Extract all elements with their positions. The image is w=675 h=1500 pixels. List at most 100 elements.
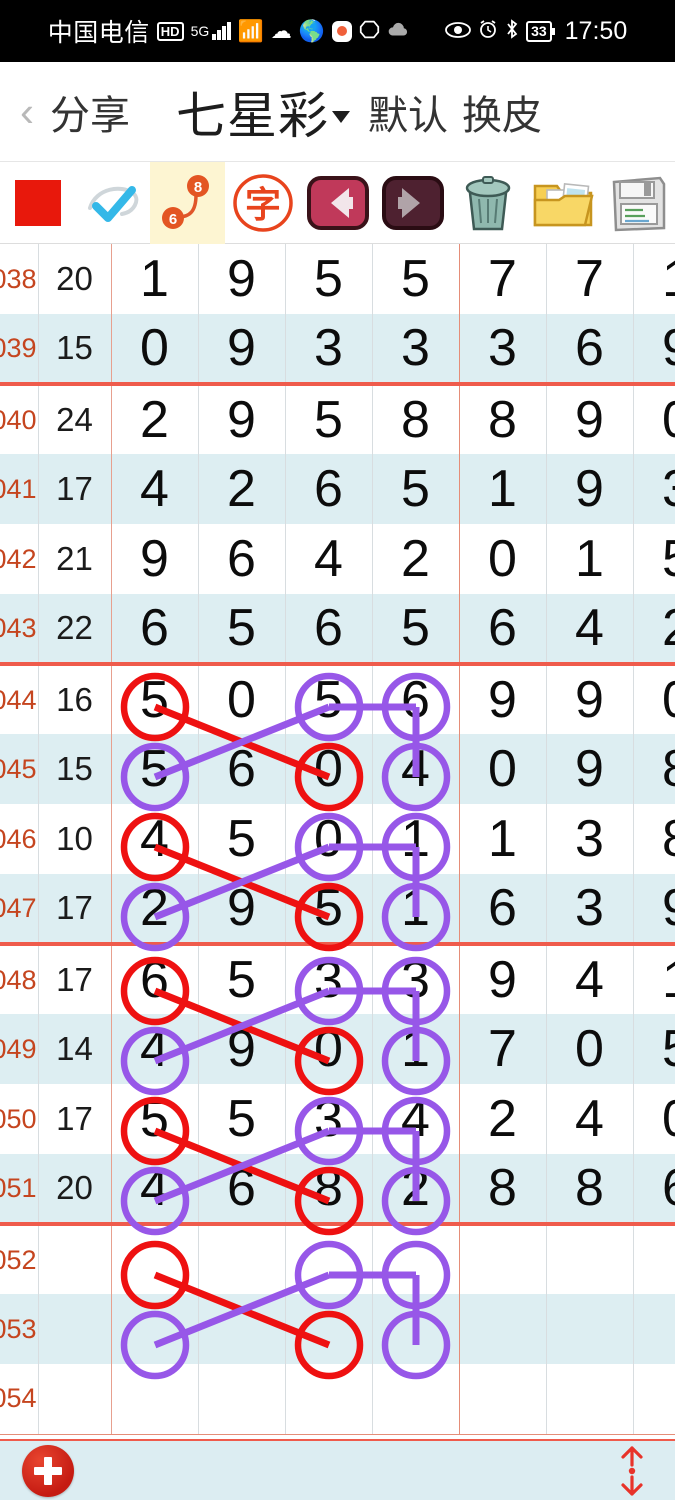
digit-cell[interactable]: 0 xyxy=(459,524,547,594)
page-title[interactable]: 七星彩 xyxy=(176,76,350,148)
digit-cell[interactable]: 4 xyxy=(111,1014,199,1084)
digit-cell[interactable]: 3 xyxy=(372,314,460,386)
table-row[interactable]: 051204682886 xyxy=(0,1154,675,1226)
table-row[interactable]: 054 xyxy=(0,1364,675,1435)
digit-cell[interactable]: 6 xyxy=(633,1154,675,1226)
digit-cell[interactable] xyxy=(633,1224,675,1294)
character-stamp-button[interactable]: 字 xyxy=(225,162,300,244)
digit-cell[interactable]: 9 xyxy=(198,384,286,454)
digit-cell[interactable]: 9 xyxy=(546,384,634,454)
back-arrow-button[interactable] xyxy=(300,162,375,244)
digit-cell[interactable]: 3 xyxy=(546,874,634,946)
digit-cell[interactable]: 6 xyxy=(198,1154,286,1226)
change-skin-button[interactable]: 换皮 xyxy=(462,83,542,141)
digit-cell[interactable]: 5 xyxy=(111,1084,199,1154)
digit-cell[interactable]: 5 xyxy=(198,944,286,1014)
digit-cell[interactable]: 9 xyxy=(198,244,286,314)
back-button[interactable]: ‹ xyxy=(14,88,44,136)
digit-cell[interactable]: 9 xyxy=(546,454,634,524)
digit-cell[interactable]: 2 xyxy=(459,1084,547,1154)
digit-cell[interactable]: 8 xyxy=(285,1154,373,1226)
digit-cell[interactable] xyxy=(372,1294,460,1364)
table-row[interactable]: 049144901705 xyxy=(0,1014,675,1084)
lottery-table-container[interactable]: 0382019557710391509333690402429588900411… xyxy=(0,244,675,1439)
digit-cell[interactable]: 3 xyxy=(372,944,460,1014)
digit-cell[interactable]: 2 xyxy=(633,594,675,666)
digit-cell[interactable]: 5 xyxy=(633,1014,675,1084)
digit-cell[interactable]: 4 xyxy=(111,804,199,874)
add-row-button[interactable] xyxy=(22,1444,74,1497)
digit-cell[interactable] xyxy=(459,1364,547,1435)
digit-cell[interactable]: 9 xyxy=(198,314,286,386)
digit-cell[interactable]: 3 xyxy=(285,944,373,1014)
digit-cell[interactable] xyxy=(285,1364,373,1435)
digit-cell[interactable] xyxy=(633,1294,675,1364)
digit-cell[interactable]: 9 xyxy=(633,314,675,386)
digit-cell[interactable]: 1 xyxy=(459,804,547,874)
digit-cell[interactable]: 4 xyxy=(546,1084,634,1154)
digit-cell[interactable]: 8 xyxy=(546,1154,634,1226)
digit-cell[interactable]: 6 xyxy=(111,594,199,666)
color-swatch-red-button[interactable] xyxy=(0,162,75,244)
digit-cell[interactable]: 2 xyxy=(111,384,199,454)
digit-cell[interactable]: 1 xyxy=(372,1014,460,1084)
digit-cell[interactable]: 9 xyxy=(198,874,286,946)
digit-cell[interactable]: 8 xyxy=(459,384,547,454)
digit-cell[interactable]: 4 xyxy=(111,1154,199,1226)
digit-cell[interactable]: 6 xyxy=(546,314,634,386)
digit-cell[interactable]: 1 xyxy=(633,944,675,1014)
digit-cell[interactable]: 6 xyxy=(198,734,286,804)
digit-cell[interactable]: 1 xyxy=(633,244,675,314)
digit-cell[interactable]: 4 xyxy=(546,944,634,1014)
digit-cell[interactable]: 8 xyxy=(633,804,675,874)
table-row[interactable]: 048176533941 xyxy=(0,944,675,1014)
digit-cell[interactable] xyxy=(285,1294,373,1364)
table-row[interactable]: 047172951639 xyxy=(0,874,675,946)
digit-cell[interactable]: 0 xyxy=(459,734,547,804)
digit-cell[interactable] xyxy=(546,1224,634,1294)
digit-cell[interactable]: 5 xyxy=(111,664,199,734)
digit-cell[interactable]: 6 xyxy=(459,874,547,946)
digit-cell[interactable]: 3 xyxy=(546,804,634,874)
digit-cell[interactable]: 4 xyxy=(111,454,199,524)
digit-cell[interactable] xyxy=(111,1364,199,1435)
table-row[interactable]: 040242958890 xyxy=(0,384,675,454)
digit-cell[interactable]: 5 xyxy=(372,594,460,666)
digit-cell[interactable]: 5 xyxy=(198,1084,286,1154)
digit-cell[interactable]: 7 xyxy=(459,244,547,314)
digit-cell[interactable]: 0 xyxy=(633,384,675,454)
forward-arrow-button[interactable] xyxy=(375,162,450,244)
digit-cell[interactable]: 1 xyxy=(546,524,634,594)
digit-cell[interactable] xyxy=(111,1294,199,1364)
digit-cell[interactable]: 9 xyxy=(633,874,675,946)
digit-cell[interactable]: 2 xyxy=(111,874,199,946)
digit-cell[interactable]: 0 xyxy=(285,734,373,804)
digit-cell[interactable] xyxy=(111,1224,199,1294)
table-row[interactable]: 038201955771 xyxy=(0,244,675,314)
digit-cell[interactable]: 9 xyxy=(546,664,634,734)
digit-cell[interactable]: 0 xyxy=(633,1084,675,1154)
digit-cell[interactable]: 7 xyxy=(546,244,634,314)
digit-cell[interactable] xyxy=(372,1364,460,1435)
digit-cell[interactable]: 9 xyxy=(459,944,547,1014)
digit-cell[interactable]: 1 xyxy=(111,244,199,314)
digit-cell[interactable]: 5 xyxy=(372,244,460,314)
digit-cell[interactable]: 9 xyxy=(111,524,199,594)
digit-cell[interactable] xyxy=(459,1294,547,1364)
digit-cell[interactable]: 4 xyxy=(546,594,634,666)
check-pen-button[interactable] xyxy=(75,162,150,244)
table-row[interactable]: 041174265193 xyxy=(0,454,675,524)
digit-cell[interactable]: 9 xyxy=(459,664,547,734)
digit-cell[interactable]: 5 xyxy=(633,524,675,594)
share-button[interactable]: 分享 xyxy=(50,83,130,141)
digit-cell[interactable] xyxy=(285,1224,373,1294)
digit-cell[interactable]: 5 xyxy=(111,734,199,804)
digit-cell[interactable]: 0 xyxy=(285,804,373,874)
connect-6-8-button[interactable]: 8 6 xyxy=(150,161,225,244)
table-row[interactable]: 044165056990 xyxy=(0,664,675,734)
digit-cell[interactable]: 4 xyxy=(285,524,373,594)
digit-cell[interactable]: 0 xyxy=(198,664,286,734)
digit-cell[interactable]: 5 xyxy=(285,874,373,946)
digit-cell[interactable]: 9 xyxy=(198,1014,286,1084)
digit-cell[interactable]: 1 xyxy=(372,804,460,874)
